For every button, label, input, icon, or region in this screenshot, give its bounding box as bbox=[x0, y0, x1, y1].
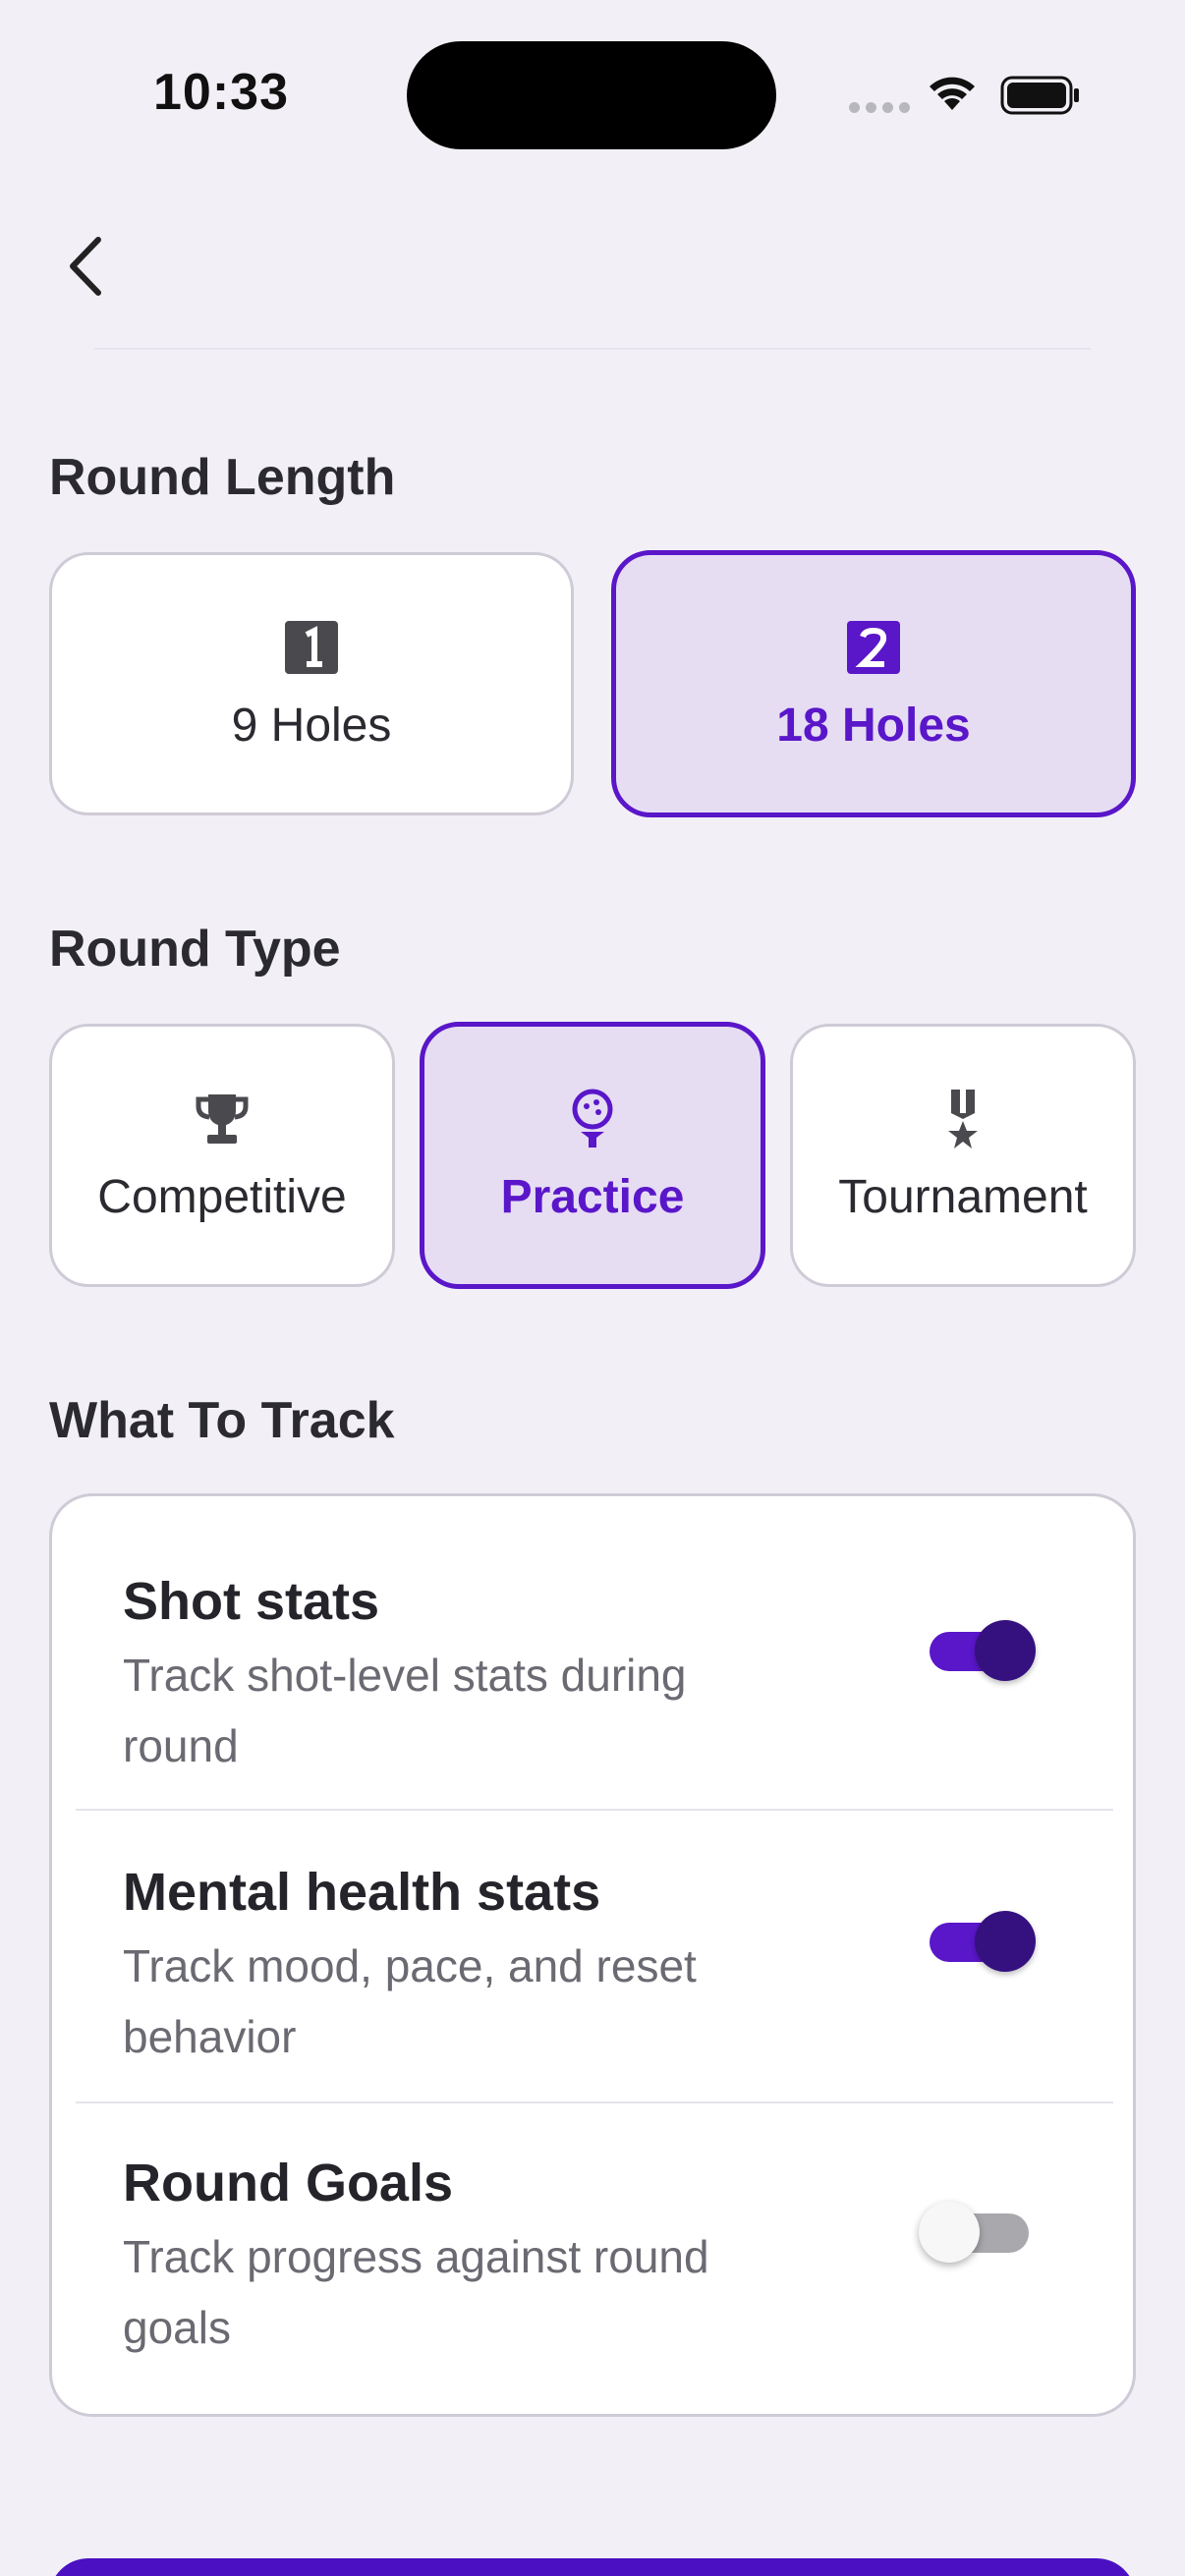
header-divider bbox=[94, 348, 1091, 350]
option-18-holes[interactable]: 18 Holes bbox=[611, 550, 1136, 817]
mental-health-toggle[interactable] bbox=[930, 1909, 1038, 1972]
track-title: Shot stats bbox=[123, 1572, 380, 1631]
track-title: Mental health stats bbox=[123, 1863, 601, 1922]
what-to-track-title: What To Track bbox=[49, 1392, 395, 1449]
option-9-holes[interactable]: 9 Holes bbox=[49, 552, 574, 815]
dynamic-island bbox=[407, 41, 776, 149]
trophy-icon bbox=[194, 1088, 251, 1150]
track-options-card: Shot stats Track shot-level stats during… bbox=[49, 1493, 1136, 2417]
status-bar: 10:33 bbox=[0, 0, 1185, 187]
option-label: 18 Holes bbox=[776, 699, 971, 752]
track-description: Track shot-level stats during round bbox=[123, 1650, 687, 1771]
cellular-signal-icon bbox=[849, 102, 910, 113]
round-type-title: Round Type bbox=[49, 921, 341, 978]
option-competitive[interactable]: Competitive bbox=[49, 1024, 395, 1287]
track-description: Track mood, pace, and reset behavior bbox=[123, 1940, 697, 2062]
round-length-title: Round Length bbox=[49, 449, 396, 506]
shot-stats-toggle[interactable] bbox=[930, 1618, 1038, 1681]
wifi-icon bbox=[930, 77, 975, 110]
back-button[interactable] bbox=[57, 232, 116, 301]
number-two-icon bbox=[847, 616, 900, 679]
golf-ball-tee-icon bbox=[568, 1088, 617, 1150]
option-label: Tournament bbox=[838, 1170, 1088, 1223]
option-label: Practice bbox=[500, 1170, 685, 1223]
track-row-shot-stats: Shot stats Track shot-level stats during… bbox=[52, 1496, 1133, 1787]
round-goals-toggle[interactable] bbox=[919, 2200, 1029, 2263]
status-time: 10:33 bbox=[153, 64, 289, 121]
option-label: 9 Holes bbox=[231, 699, 392, 752]
medal-icon bbox=[941, 1088, 985, 1150]
option-label: Competitive bbox=[97, 1170, 347, 1223]
number-one-icon bbox=[285, 616, 338, 679]
option-practice[interactable]: Practice bbox=[420, 1022, 765, 1289]
primary-action-button[interactable] bbox=[49, 2558, 1136, 2576]
track-row-mental-health: Mental health stats Track mood, pace, an… bbox=[52, 1789, 1133, 2080]
option-tournament[interactable]: Tournament bbox=[790, 1024, 1136, 1287]
track-row-round-goals: Round Goals Track progress against round… bbox=[52, 2080, 1133, 2371]
battery-icon bbox=[1000, 76, 1079, 115]
track-title: Round Goals bbox=[123, 2154, 453, 2212]
track-description: Track progress against round goals bbox=[123, 2231, 709, 2353]
chevron-left-icon bbox=[70, 237, 101, 296]
